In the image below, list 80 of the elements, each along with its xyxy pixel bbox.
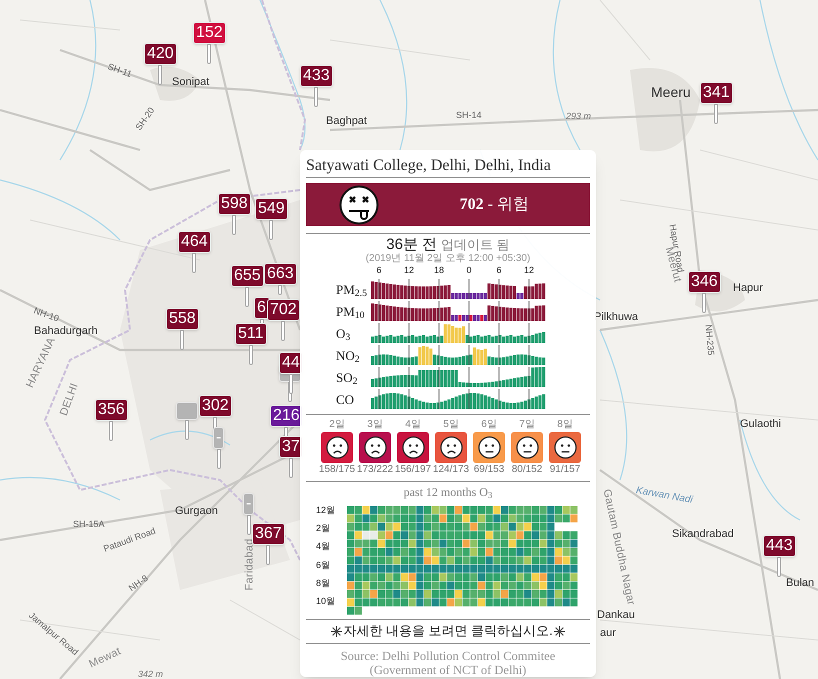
map-label: Pilkhuwa	[594, 312, 638, 323]
map-label: aur	[600, 628, 616, 639]
aqi-marker[interactable]: 216	[270, 405, 303, 427]
map-label: Baghpat	[326, 116, 367, 127]
forecast-day: 3일	[367, 419, 383, 431]
aqi-value: 702 - 위험	[460, 194, 529, 214]
map-label: Gulaothi	[740, 419, 781, 430]
forecast-day: 2일	[329, 419, 345, 431]
source-note: Source: Delhi Pollution Control Commitee (Government of NCT of Delhi)	[340, 649, 556, 677]
aqi-marker[interactable]: 663	[264, 263, 297, 285]
map-label: Dankau	[597, 610, 635, 621]
forecast-reading: 156/197	[394, 464, 432, 476]
pollutant-label: PM$_{2.5}$	[335, 281, 368, 299]
forecast-reading: 173/222	[356, 464, 394, 476]
map-label: Sikandrabad	[672, 529, 734, 540]
pollutant-label: SO$_{2}$	[335, 369, 358, 387]
hour-tick-label: 6	[376, 265, 382, 275]
forecast-day: 4일	[405, 419, 421, 431]
map-label: 293 m	[566, 112, 592, 121]
map-label: DELHI	[58, 382, 81, 418]
map-label: Hapur	[733, 283, 763, 294]
hour-tick-label: 12	[524, 265, 534, 275]
timestamp: (2019년 11월 2일 오후 12:00 +05:30)	[364, 253, 532, 265]
map-label: SH-15A	[73, 520, 105, 529]
aqi-marker[interactable]: 341	[700, 82, 733, 104]
map-label: Bulan	[786, 578, 814, 589]
month-label: 12월	[316, 504, 336, 517]
aqi-marker[interactable]: 558	[166, 308, 199, 330]
aqi-marker[interactable]: 356	[95, 399, 128, 421]
forecast-reading: 91/157	[550, 464, 580, 476]
aqi-marker[interactable]: 152	[193, 22, 226, 44]
map-label: Bahadurgarh	[34, 326, 98, 337]
update-age: 36분 전	[386, 237, 438, 253]
aqi-marker[interactable]: 367	[252, 523, 285, 545]
map-label: Meeru	[651, 85, 691, 99]
forecast-reading: 80/152	[512, 464, 542, 476]
aqi-marker[interactable]: 702	[267, 299, 300, 321]
map-label: Gautam Buddha Nagar	[600, 488, 636, 606]
aqi-marker[interactable]: 420	[144, 43, 177, 65]
aqi-marker[interactable]: 302	[199, 395, 232, 417]
month-label: 4월	[316, 540, 332, 554]
hour-tick-label: 6	[496, 265, 502, 275]
station-title: Satyawati College, Delhi, Delhi, India	[306, 156, 552, 176]
map-label: NH-10	[32, 306, 60, 324]
aqi-marker[interactable]: 346	[688, 271, 721, 293]
forecast-day: 8일	[557, 419, 573, 431]
hour-tick-label: 12	[404, 265, 414, 275]
map-label: 342 m	[138, 670, 164, 679]
forecast-day: 6일	[481, 419, 497, 431]
history-title: past 12 months O$_{3}$	[402, 484, 494, 500]
forecast-day: 7일	[519, 419, 535, 431]
forecast-reading: 124/173	[432, 464, 470, 476]
aqi-marker[interactable]: 549	[255, 198, 288, 220]
aqi-marker[interactable]: 655	[231, 265, 264, 287]
aqi-marker[interactable]: 464	[178, 231, 211, 253]
map-label: NH-235	[704, 324, 716, 356]
month-label: 8월	[316, 576, 332, 590]
hour-tick-label: 0	[466, 265, 472, 275]
month-label: 10월	[316, 594, 336, 608]
pollutant-label: NO$_{2}$	[335, 347, 361, 365]
forecast-reading: 158/175	[318, 464, 356, 476]
forecast-day: 5일	[443, 419, 459, 431]
forecast-reading: 69/153	[474, 464, 504, 476]
aqi-marker[interactable]: 598	[218, 193, 251, 215]
month-label: 6월	[316, 558, 332, 572]
details-link[interactable]: 자세한 내용을 보려면 클릭하십시오.	[343, 623, 553, 639]
pollutant-label: O$_{3}$	[335, 325, 352, 343]
map-label: Sonipat	[172, 77, 210, 88]
aqi-marker[interactable]: 511	[235, 323, 267, 345]
map-label: Gurgaon	[175, 506, 218, 517]
aqi-marker[interactable]: 443	[763, 535, 796, 557]
map-label: SH-11	[106, 62, 133, 80]
map-label: Karwan Nadi	[635, 486, 694, 506]
month-label: 2월	[316, 522, 332, 536]
pollutant-label: PM$_{10}$	[335, 303, 366, 321]
pollutant-label: CO	[335, 391, 356, 409]
map-label: SH-14	[456, 111, 482, 120]
update-label: 업데이트 됨	[441, 237, 510, 253]
hour-tick-label: 18	[434, 265, 444, 275]
aqi-marker[interactable]: 433	[300, 65, 333, 87]
